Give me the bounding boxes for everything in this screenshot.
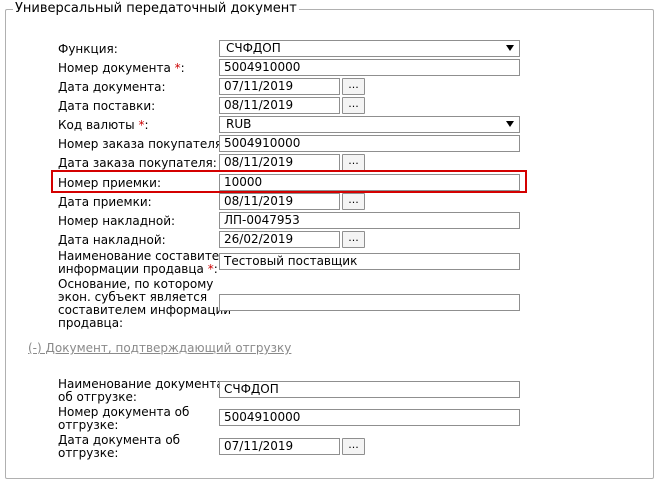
acceptance-date-label: Дата приемки: [58, 195, 152, 209]
buyer-order-number-input[interactable]: 5004910000 [219, 135, 520, 152]
delivery-date-picker-button[interactable]: ... [342, 97, 365, 114]
function-select-value: СЧФДОП [226, 41, 281, 55]
shipment-doc-name-input[interactable]: СЧФДОП [219, 381, 520, 398]
required-marker: * [207, 262, 214, 276]
currency-code-label: Код валюты *: [58, 118, 149, 132]
waybill-date-label: Дата накладной: [58, 233, 166, 247]
chevron-down-icon [506, 45, 514, 51]
currency-code-select[interactable]: RUB [219, 116, 520, 133]
buyer-order-number-label: Номер заказа покупателя: [58, 137, 227, 151]
waybill-number-input[interactable]: ЛП-0047953 [219, 212, 520, 229]
doc-date-picker-button[interactable]: ... [342, 78, 365, 95]
delivery-date-input[interactable]: 08/11/2019 [219, 97, 340, 114]
seller-info-name-input[interactable]: Тестовый поставщик [219, 253, 520, 270]
shipment-doc-date-input[interactable]: 07/11/2019 [219, 438, 340, 455]
waybill-date-picker-button[interactable]: ... [342, 231, 365, 248]
shipment-doc-number-input[interactable]: 5004910000 [219, 409, 520, 426]
waybill-date-input[interactable]: 26/02/2019 [219, 231, 340, 248]
acceptance-date-picker-button[interactable]: ... [342, 193, 365, 210]
buyer-order-date-label: Дата заказа покупателя: [58, 156, 217, 170]
required-marker: * [138, 118, 145, 132]
acceptance-number-input[interactable]: 10000 [219, 174, 520, 191]
function-select[interactable]: СЧФДОП [219, 40, 520, 57]
currency-code-select-value: RUB [226, 117, 252, 131]
doc-number-input[interactable]: 5004910000 [219, 59, 520, 76]
basis-label: Основание, по которому экон. субъект явл… [58, 277, 232, 330]
function-label: Функция: [58, 42, 118, 56]
acceptance-number-label: Номер приемки: [58, 176, 162, 190]
buyer-order-date-input[interactable]: 08/11/2019 [219, 154, 340, 171]
shipment-doc-number-label: Номер документа об отгрузке: [58, 405, 190, 432]
chevron-down-icon [506, 121, 514, 127]
basis-input[interactable] [219, 294, 520, 311]
shipment-doc-name-label: Наименование документа об отгрузке: [58, 377, 224, 404]
doc-number-label: Номер документа *: [58, 61, 185, 75]
required-marker: * [174, 61, 181, 75]
shipment-section-toggle-link[interactable]: (-) Документ, подтверждающий отгрузку [28, 341, 291, 355]
shipment-doc-date-picker-button[interactable]: ... [342, 438, 365, 455]
buyer-order-date-picker-button[interactable]: ... [342, 154, 365, 171]
shipment-doc-date-label: Дата документа об отгрузке: [58, 433, 181, 460]
acceptance-date-input[interactable]: 08/11/2019 [219, 193, 340, 210]
form-title: Универсальный передаточный документ [13, 0, 299, 18]
delivery-date-label: Дата поставки: [58, 99, 156, 113]
doc-date-input[interactable]: 07/11/2019 [219, 78, 340, 95]
seller-info-name-label: Наименование составителя информации прод… [58, 249, 235, 276]
doc-date-label: Дата документа: [58, 80, 166, 94]
waybill-number-label: Номер накладной: [58, 214, 176, 228]
